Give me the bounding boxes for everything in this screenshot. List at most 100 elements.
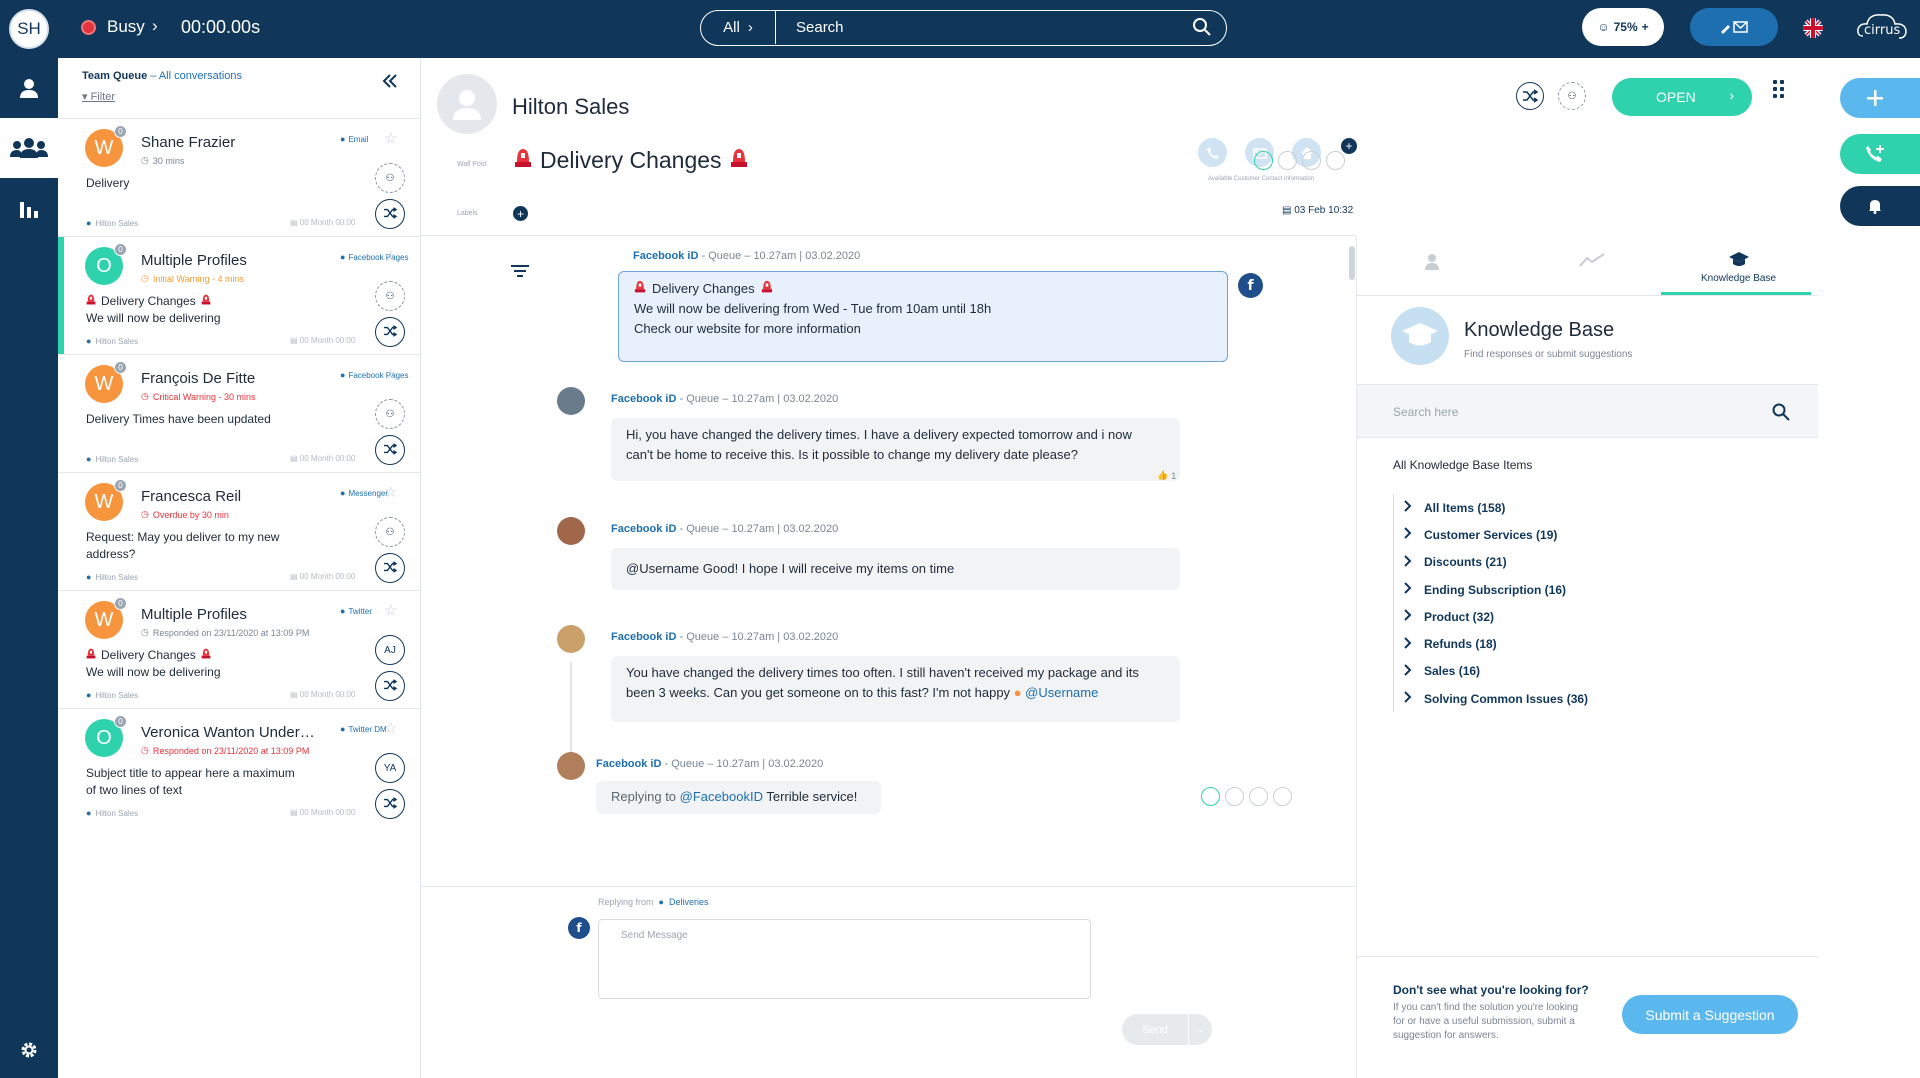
send-options-chevron-icon[interactable]: ⌄ (1189, 1014, 1212, 1045)
star-icon[interactable]: ☆ (384, 483, 397, 501)
kb-category-item[interactable]: Sales (16) (1404, 658, 1588, 685)
assign-agent-button[interactable]: ⚇ (375, 399, 405, 429)
transfer-button[interactable] (375, 317, 405, 347)
conversation-name: Shane Frazier (141, 134, 236, 151)
global-search[interactable]: All › Search (700, 10, 1227, 46)
new-conversation-button[interactable] (1840, 78, 1920, 118)
conversation-item[interactable]: W 0 François De Fitte ◷ Critical Warning - 3… (58, 354, 420, 472)
transfer-button[interactable] (375, 671, 405, 701)
rail-stats[interactable] (0, 178, 58, 238)
phone-icon[interactable] (1198, 138, 1227, 167)
assigned-agent-badge[interactable]: AJ (375, 635, 405, 665)
like-count[interactable]: 👍 1 (1157, 470, 1176, 481)
contact-avatar[interactable] (437, 74, 497, 134)
conversation-account: ● Hilton Sales (86, 336, 139, 346)
mood-button[interactable]: ☺ 75% + (1582, 8, 1664, 46)
siren-icon (761, 279, 773, 299)
search-icon[interactable] (1192, 17, 1212, 42)
assign-agent-button[interactable]: ⚇ (375, 163, 405, 193)
transfer-button[interactable] (375, 789, 405, 819)
star-icon[interactable]: ☆ (384, 719, 397, 737)
channel-icon: ● (340, 252, 346, 262)
search-icon[interactable] (1772, 403, 1790, 426)
kb-category-item[interactable]: Customer Services (19) (1404, 521, 1588, 548)
transfer-button[interactable] (375, 553, 405, 583)
unread-count-badge: 0 (114, 597, 127, 610)
submit-suggestion-button[interactable]: Submit a Suggestion (1622, 995, 1798, 1034)
smile-face-icon[interactable] (1225, 787, 1244, 806)
star-icon[interactable]: ☆ (384, 129, 397, 147)
kb-category-item[interactable]: Ending Subscription (16) (1404, 576, 1588, 603)
conversation-item[interactable]: W 0 Multiple Profiles ◷ Responded on 23/11/2… (58, 590, 420, 708)
notifications-button[interactable] (1840, 186, 1920, 226)
star-icon[interactable]: ☆ (384, 365, 397, 383)
more-options-icon[interactable] (1773, 80, 1784, 98)
conversation-date: ▤ 00 Month 00:00 (290, 454, 356, 463)
assign-agent-button[interactable]: ⚇ (375, 281, 405, 311)
reply-sentiment-selector[interactable] (1201, 787, 1292, 806)
status-label[interactable]: Busy (107, 17, 145, 37)
sad-face-icon[interactable] (1273, 787, 1292, 806)
tab-knowledge-base[interactable]: Knowledge Base (1660, 252, 1812, 295)
status-dot[interactable] (81, 20, 96, 35)
search-scope-dropdown[interactable]: All › (701, 11, 776, 44)
customer-avatar[interactable] (557, 625, 585, 653)
open-status-button[interactable]: OPEN › (1612, 78, 1752, 116)
kb-search-input[interactable]: Search here (1393, 405, 1458, 419)
conversation-item[interactable]: W 0 Shane Frazier ◷ 30 mins ● Email ☆ Delivery ● H… (58, 118, 420, 236)
incoming-message: You have changed the delivery times too … (611, 656, 1180, 722)
conversation-item[interactable]: O0 Veronica Wanton Underwood ◷Responded on… (58, 708, 420, 826)
search-input[interactable]: Search (796, 19, 844, 36)
team-icon (10, 138, 48, 158)
message-meta: Facebook iD - Queue – 10.27am | 03.02.20… (611, 631, 839, 643)
queue-filter-link[interactable]: ▾ Filter (82, 90, 115, 103)
sad-face-icon[interactable] (1326, 151, 1345, 170)
compose-button[interactable] (1690, 8, 1778, 46)
kb-category-item[interactable]: Refunds (18) (1404, 630, 1588, 657)
neutral-face-icon[interactable] (1249, 787, 1268, 806)
transfer-button[interactable] (375, 199, 405, 229)
status-chevron-icon[interactable]: › (152, 16, 158, 36)
replying-from[interactable]: Replying from ● Deliveries (598, 897, 708, 907)
conversation-preview: Request: May you deliver to my new addre… (86, 530, 280, 561)
happy-face-icon[interactable] (1201, 787, 1220, 806)
tab-contact[interactable] (1423, 252, 1441, 270)
conversation-name: Francesca Reil (141, 488, 242, 505)
star-icon[interactable]: ☆ (384, 247, 397, 265)
conversation-item[interactable]: O 0 Multiple Profiles ◷ Initial Warning - 4 … (58, 236, 420, 355)
user-avatar[interactable]: SH (9, 9, 49, 49)
conversation-avatar: O0 (85, 243, 127, 285)
plus-icon (1867, 90, 1883, 106)
assigned-agent-badge[interactable]: YA (375, 753, 405, 783)
transfer-button[interactable] (375, 435, 405, 465)
collapse-panel-icon[interactable] (382, 74, 398, 93)
assign-agent-button[interactable]: ⚇ (375, 517, 405, 547)
send-message-input[interactable]: Send Message (598, 919, 1091, 999)
rail-team[interactable] (0, 118, 58, 178)
conversation-item[interactable]: W 0 Francesca Reil ◷ Overdue by 30 min ● Messe… (58, 472, 420, 590)
smile-face-icon[interactable] (1278, 151, 1297, 170)
new-call-button[interactable] (1840, 134, 1920, 174)
add-label-button[interactable]: + (513, 206, 528, 221)
send-button[interactable]: Send (1122, 1014, 1188, 1045)
customer-avatar[interactable] (557, 752, 585, 780)
uk-flag-icon[interactable] (1803, 18, 1823, 38)
tab-analytics[interactable] (1579, 252, 1605, 268)
assign-button[interactable]: ⚇ (1558, 82, 1586, 110)
kb-category-item[interactable]: All Items (158) (1404, 494, 1588, 521)
neutral-face-icon[interactable] (1302, 151, 1321, 170)
thread-scrollbar[interactable] (1349, 246, 1355, 280)
happy-face-icon[interactable] (1254, 151, 1273, 170)
filter-icon[interactable] (511, 264, 529, 283)
kb-search[interactable]: Search here (1357, 384, 1818, 438)
rail-settings[interactable] (0, 1020, 58, 1078)
transfer-button[interactable] (1516, 82, 1544, 110)
customer-avatar[interactable] (557, 517, 585, 545)
kb-category-item[interactable]: Discounts (21) (1404, 549, 1588, 576)
kb-category-item[interactable]: Solving Common Issues (36) (1404, 685, 1588, 712)
star-icon[interactable]: ☆ (384, 601, 397, 619)
sentiment-selector[interactable] (1254, 151, 1345, 170)
customer-avatar[interactable] (557, 387, 585, 415)
kb-category-item[interactable]: Product (32) (1404, 603, 1588, 630)
rail-contacts[interactable] (0, 58, 58, 118)
